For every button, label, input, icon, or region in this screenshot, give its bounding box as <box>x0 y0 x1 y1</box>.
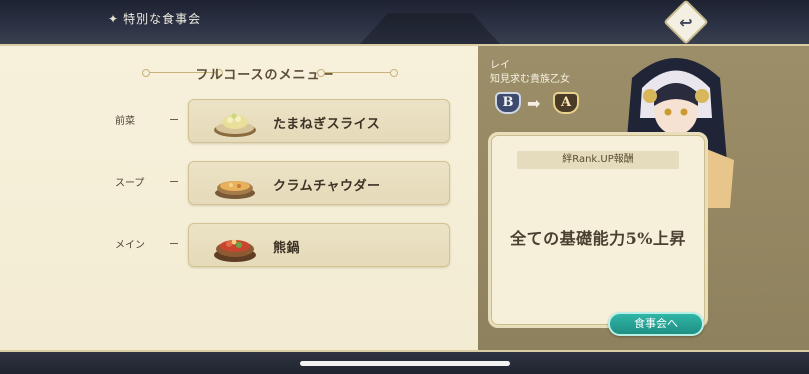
course-dash <box>170 181 178 182</box>
menu-title: フルコースのメニュー <box>195 68 335 83</box>
course-dash <box>170 243 178 244</box>
reward-label: 絆Rank.UP報酬 <box>517 151 679 169</box>
screen-title: ✦ 特別な食事会 <box>108 10 201 27</box>
title-flourish-right <box>317 69 398 77</box>
course-dash <box>170 119 178 120</box>
dish-card[interactable]: たまねぎスライス <box>188 99 450 143</box>
onion-salad-icon <box>214 113 256 137</box>
course-row-appetizer: 前菜 たまねぎスライス <box>0 96 478 144</box>
back-arrow-icon: ↩ <box>679 12 693 32</box>
home-indicator[interactable] <box>300 361 510 366</box>
diamond-ornament-icon: ✦ <box>108 11 120 26</box>
dish-name: クラムチャウダー <box>273 179 381 194</box>
reward-text: 全ての基礎能力5%上昇 <box>510 229 686 248</box>
course-row-main: メイン 熊鍋 <box>0 220 478 268</box>
course-label: メイン <box>115 240 145 251</box>
dish-name: 熊鍋 <box>273 241 301 256</box>
arrow-right-icon: ➡ <box>527 94 541 113</box>
building-silhouette <box>360 13 500 44</box>
go-to-feast-button[interactable]: 食事会へ <box>608 312 704 336</box>
character-title: 知見求む貴族乙女 <box>490 74 570 85</box>
course-label: 前菜 <box>115 116 135 127</box>
course-label: スープ <box>115 178 145 189</box>
dish-card[interactable]: クラムチャウダー <box>188 161 450 205</box>
screen-title-text: 特別な食事会 <box>123 12 202 26</box>
dish-card[interactable]: 熊鍋 <box>188 223 450 267</box>
hot-pot-icon <box>214 239 256 262</box>
rank-from-badge: B <box>495 92 521 114</box>
dish-name: たまねぎスライス <box>273 117 381 132</box>
course-row-soup: スープ クラムチャウダー <box>0 158 478 206</box>
reward-card: 絆Rank.UP報酬 全ての基礎能力5%上昇 <box>488 132 708 328</box>
menu-panel: フルコースのメニュー 前菜 たまねぎスライス スープ クラムチャウダー メイン … <box>0 44 478 352</box>
character-name: レイ <box>490 60 510 71</box>
rank-to-badge: A <box>553 92 579 114</box>
soup-bowl-icon <box>215 181 255 199</box>
